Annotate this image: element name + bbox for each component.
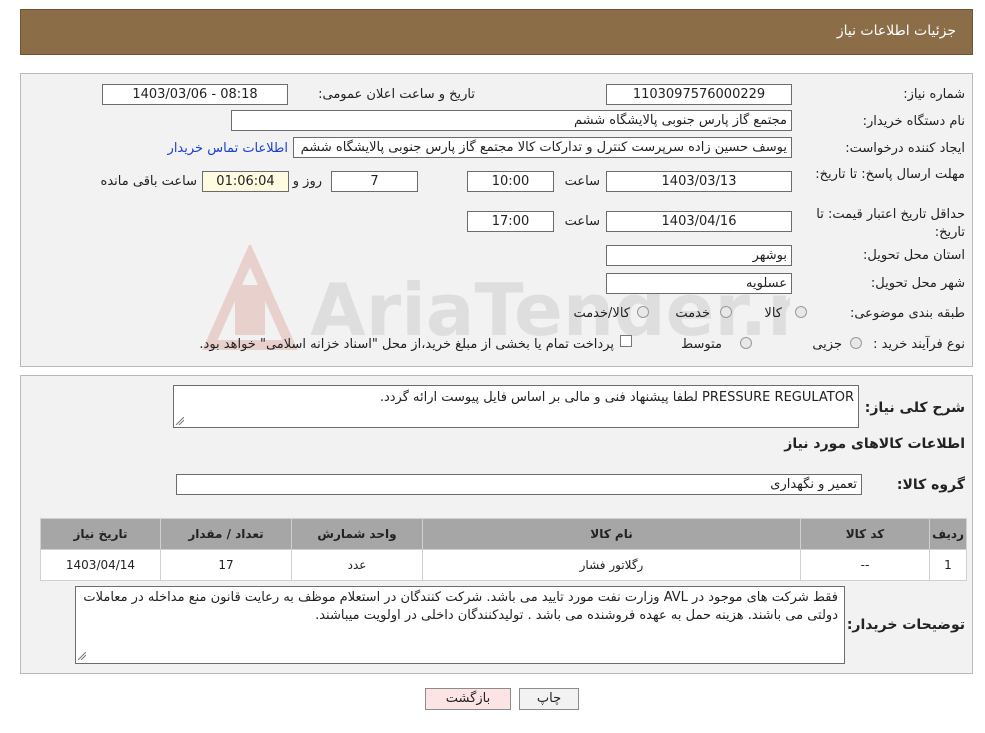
buyer-org-field: مجتمع گاز پارس جنوبی پالایشگاه ششم — [231, 110, 792, 131]
th-item-name: نام کالا — [422, 518, 801, 550]
desc-label: شرح کلی نیاز: — [864, 400, 965, 416]
days-field: 7 — [331, 171, 418, 192]
deadline-time-label: ساعت — [564, 174, 600, 189]
city-field: عسلویه — [606, 273, 792, 294]
buyer-notes-label: توضیحات خریدار: — [846, 617, 965, 633]
th-item-code: کد کالا — [800, 518, 930, 550]
cell-row-number: 1 — [929, 549, 967, 581]
resize-handle-icon[interactable] — [176, 417, 184, 425]
deadline-time-field: 10:00 — [467, 171, 554, 192]
page-title: جزئیات اطلاعات نیاز — [836, 23, 956, 39]
category-radio-goods-service[interactable] — [637, 306, 649, 318]
price-valid-time-label: ساعت — [564, 214, 600, 229]
need-number-label: شماره نیاز: — [903, 87, 965, 102]
province-field: بوشهر — [606, 245, 792, 266]
price-valid-label: حداقل تاریخ اعتبار قیمت: تا تاریخ: — [816, 207, 965, 240]
category-label: طبقه بندی موضوعی: — [849, 306, 965, 321]
deadline-label: مهلت ارسال پاسخ: تا تاریخ: — [815, 167, 965, 182]
process-option-medium: متوسط — [681, 337, 722, 352]
th-need-date: تاریخ نیاز — [40, 518, 161, 550]
buyer-org-label: نام دستگاه خریدار: — [862, 114, 965, 129]
items-section-title: اطلاعات کالاهای مورد نیاز — [784, 436, 965, 452]
cell-quantity: 17 — [160, 549, 292, 581]
creator-label: ایجاد کننده درخواست: — [845, 141, 965, 156]
category-radio-goods[interactable] — [795, 306, 807, 318]
resize-handle-icon[interactable] — [78, 652, 86, 660]
remaining-time-field: 01:06:04 — [202, 171, 289, 192]
category-option-service: خدمت — [675, 306, 710, 321]
need-number-field: 1103097576000229 — [606, 84, 792, 105]
group-field: تعمیر و نگهداری — [176, 474, 862, 495]
items-table: ردیف کد کالا نام کالا واحد شمارش تعداد /… — [40, 518, 967, 581]
contact-buyer-link[interactable]: اطلاعات تماس خریدار — [168, 141, 288, 156]
process-note: پرداخت تمام یا بخشی از مبلغ خرید،از محل … — [199, 337, 614, 352]
process-radio-minor[interactable] — [850, 337, 862, 349]
province-label: استان محل تحویل: — [863, 248, 965, 263]
process-radio-medium[interactable] — [740, 337, 752, 349]
deadline-date-field: 1403/03/13 — [606, 171, 792, 192]
cell-item-name: رگلاتور فشار — [422, 549, 801, 581]
process-label: نوع فرآیند خرید : — [873, 337, 965, 352]
th-unit: واحد شمارش — [291, 518, 423, 550]
buyer-notes-textarea[interactable]: فقط شرکت های موجود در AVL وزارت نفت مورد… — [75, 586, 845, 664]
desc-textarea[interactable]: PRESSURE REGULATOR لطفا پیشنهاد فنی و ما… — [173, 385, 859, 428]
days-label: روز و — [292, 174, 322, 189]
treasury-checkbox[interactable] — [620, 335, 632, 347]
price-valid-date-field: 1403/04/16 — [606, 211, 792, 232]
city-label: شهر محل تحویل: — [870, 276, 965, 291]
group-label: گروه کالا: — [896, 477, 965, 493]
cell-item-code: -- — [800, 549, 930, 581]
category-option-goods-service: کالا/خدمت — [573, 306, 630, 321]
page-header: جزئیات اطلاعات نیاز — [20, 9, 973, 55]
table-header-row: ردیف کد کالا نام کالا واحد شمارش تعداد /… — [40, 518, 967, 550]
back-button[interactable]: بازگشت — [425, 688, 511, 710]
print-button[interactable]: چاپ — [519, 688, 579, 710]
price-valid-time-field: 17:00 — [467, 211, 554, 232]
remaining-label: ساعت باقی مانده — [100, 174, 197, 189]
announce-field: 1403/03/06 - 08:18 — [102, 84, 288, 105]
creator-field: یوسف حسین زاده سرپرست کنترل و تدارکات کا… — [293, 137, 792, 158]
process-option-minor: جزیی — [812, 337, 842, 352]
cell-unit: عدد — [291, 549, 423, 581]
announce-label: تاریخ و ساعت اعلان عمومی: — [318, 87, 475, 102]
category-option-goods: کالا — [764, 306, 782, 321]
category-radio-service[interactable] — [720, 306, 732, 318]
cell-need-date: 1403/04/14 — [40, 549, 161, 581]
table-row: 1 -- رگلاتور فشار عدد 17 1403/04/14 — [40, 549, 967, 581]
th-row-number: ردیف — [929, 518, 967, 550]
th-quantity: تعداد / مقدار — [160, 518, 292, 550]
